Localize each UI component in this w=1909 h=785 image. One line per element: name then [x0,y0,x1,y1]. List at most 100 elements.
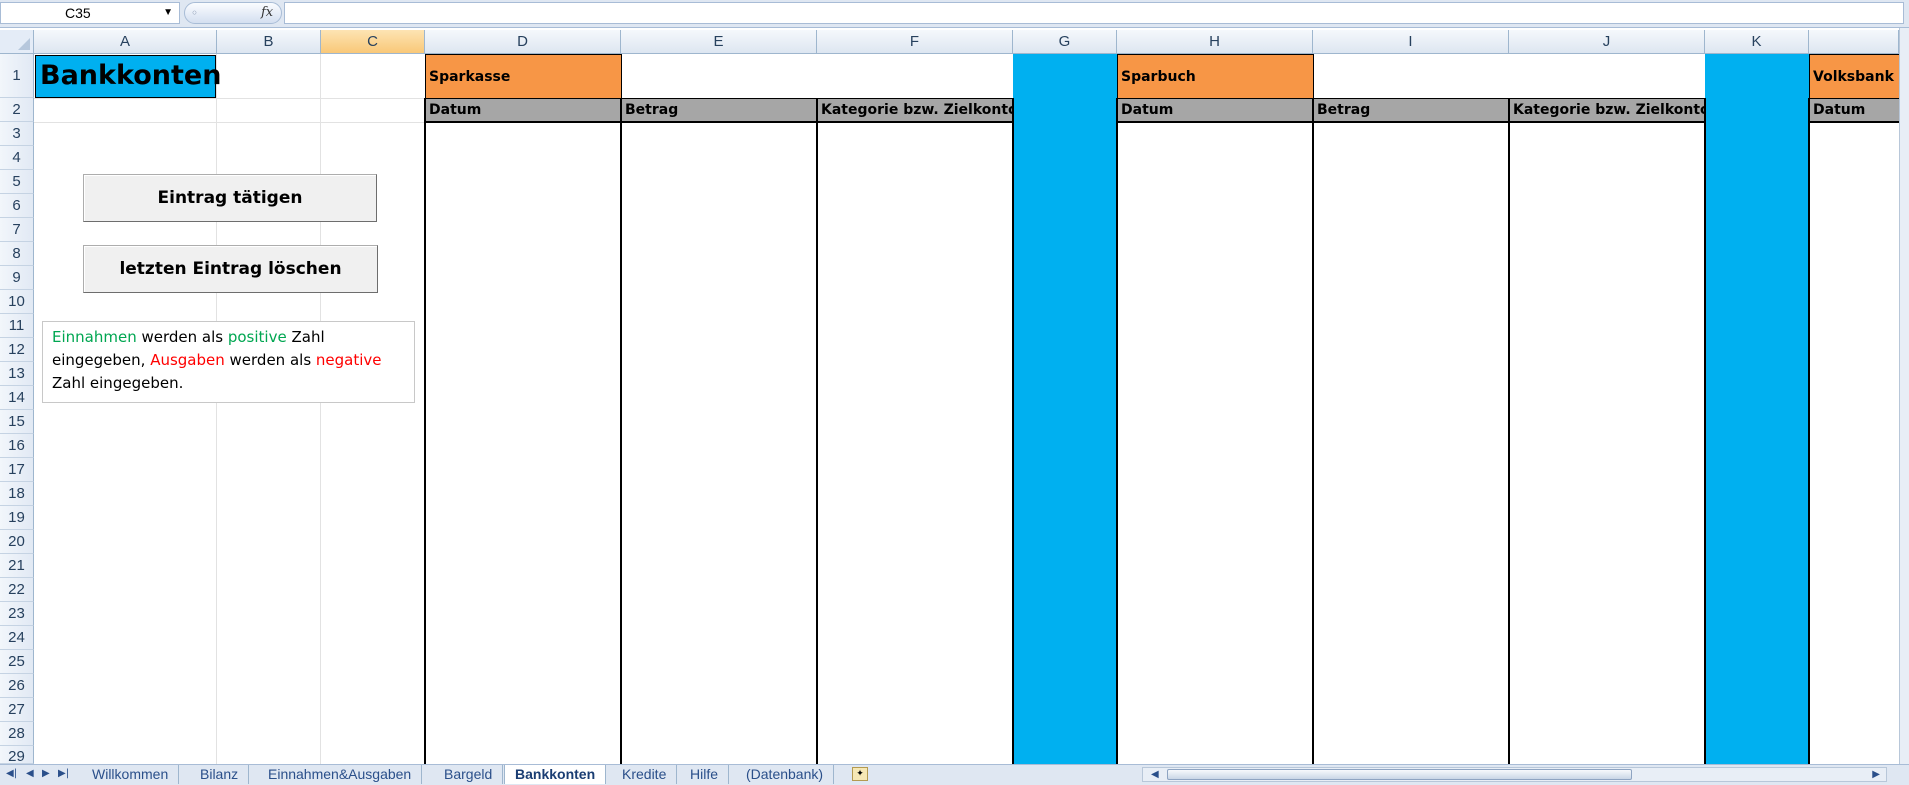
row-header-22[interactable]: 22 [0,578,34,602]
column-header-f[interactable]: F [817,30,1013,54]
row-header-27[interactable]: 27 [0,698,34,722]
row-header-12[interactable]: 12 [0,338,34,362]
row-header-26[interactable]: 26 [0,674,34,698]
scroll-thumb[interactable] [1167,769,1632,780]
column-header-a[interactable]: A [34,30,217,54]
row-header-25[interactable]: 25 [0,650,34,674]
previous-sheet-icon[interactable]: ◀ [26,768,34,779]
row-header-9[interactable]: 9 [0,266,34,290]
row-header-10[interactable]: 10 [0,290,34,314]
next-sheet-icon[interactable]: ▶ [42,768,50,779]
row-header-29[interactable]: 29 [0,746,34,764]
header-betrag[interactable]: Betrag [621,98,818,123]
sheet-tab-bar: ◀| ◀ ▶ ▶| Willkommen Bilanz Einnahmen&Au… [0,764,1909,785]
name-box-value: C35 [65,5,91,21]
column-header-c[interactable]: C [321,30,425,54]
column-header-g[interactable]: G [1013,30,1117,54]
row-header-11[interactable]: 11 [0,314,34,338]
header-datum[interactable]: Datum [1809,98,1907,123]
hint-einnahmen: Einnahmen [52,328,137,346]
tab-kredite[interactable]: Kredite [612,765,678,784]
scroll-left-icon[interactable]: ◀ [1151,768,1159,781]
column-header-i[interactable]: I [1313,30,1509,54]
header-betrag[interactable]: Betrag [1313,98,1510,123]
table-border [1704,98,1706,764]
cell-grid[interactable]: Sparkasse Sparbuch Volksbank Datum Betra… [34,54,1907,764]
row-header-17[interactable]: 17 [0,458,34,482]
column-header-h[interactable]: H [1117,30,1313,54]
hint-positive: positive [227,328,287,346]
table-border [620,98,622,764]
row-header-24[interactable]: 24 [0,626,34,650]
hint-negative: negative [315,351,382,369]
resize-handle-icon[interactable]: ◦ [191,3,198,23]
letzten-eintrag-loeschen-button[interactable]: letzten Eintrag löschen [83,245,378,293]
row-header-5[interactable]: 5 [0,170,34,194]
tab-einnahmen-ausgaben[interactable]: Einnahmen&Ausgaben [258,765,423,784]
row-header-23[interactable]: 23 [0,602,34,626]
column-header-j[interactable]: J [1509,30,1705,54]
table-border [424,98,426,764]
name-box[interactable]: C35 ▼ [0,2,180,24]
tab-datenbank[interactable]: (Datenbank) [736,765,835,784]
column-header-e[interactable]: E [621,30,817,54]
row-header-2[interactable]: 2 [0,98,34,122]
page-title: Bankkonten [35,55,221,98]
row-header-13[interactable]: 13 [0,362,34,386]
tab-bargeld[interactable]: Bargeld [434,765,504,784]
row-header-19[interactable]: 19 [0,506,34,530]
row-header-4[interactable]: 4 [0,146,34,170]
table-border [1012,98,1014,764]
row-header-8[interactable]: 8 [0,242,34,266]
row-header-18[interactable]: 18 [0,482,34,506]
chevron-down-icon[interactable]: ▼ [163,3,173,23]
account-header-sparbuch[interactable]: Sparbuch [1117,54,1314,99]
table-border [1312,98,1314,764]
formula-input[interactable] [284,2,1904,24]
column-header-d[interactable]: D [425,30,621,54]
tab-hilfe[interactable]: Hilfe [680,765,730,784]
select-all-corner[interactable] [0,30,34,54]
scroll-right-icon[interactable]: ▶ [1872,768,1880,781]
row-header-28[interactable]: 28 [0,722,34,746]
row-header-1[interactable]: 1 [0,54,34,98]
table-border [1808,121,1907,123]
hint-ausgaben: Ausgaben [150,351,225,369]
new-sheet-icon[interactable]: ✦ [852,767,868,781]
row-header-15[interactable]: 15 [0,410,34,434]
account-header-volksbank[interactable]: Volksbank [1809,54,1907,99]
table-border [1116,121,1706,123]
row-header-20[interactable]: 20 [0,530,34,554]
separator-column-k [1705,54,1809,764]
header-datum[interactable]: Datum [1117,98,1314,123]
column-header-l[interactable] [1809,30,1899,54]
header-kategorie[interactable]: Kategorie bzw. Zielkonto [1509,98,1706,123]
last-sheet-icon[interactable]: ▶| [58,768,69,779]
table-border [1808,98,1810,764]
first-sheet-icon[interactable]: ◀| [6,768,17,779]
table-border [424,121,1014,123]
table-border [1116,98,1118,764]
column-header-b[interactable]: B [217,30,321,54]
header-kategorie[interactable]: Kategorie bzw. Zielkonto [817,98,1014,123]
row-header-3[interactable]: 3 [0,122,34,146]
tab-willkommen[interactable]: Willkommen [82,765,180,784]
row-header-7[interactable]: 7 [0,218,34,242]
hint-text: Zahl eingegeben. [52,374,184,392]
tab-bankkonten[interactable]: Bankkonten [504,765,607,784]
tab-bilanz[interactable]: Bilanz [190,765,250,784]
hint-text: werden als [136,328,228,346]
header-datum[interactable]: Datum [425,98,622,123]
vertical-scrollbar[interactable] [1899,28,1909,764]
gridline [216,54,217,764]
horizontal-scrollbar[interactable]: ◀ ▶ [1142,767,1887,782]
row-header-21[interactable]: 21 [0,554,34,578]
row-header-14[interactable]: 14 [0,386,34,410]
insert-function-icon[interactable]: fx [261,3,273,23]
hint-text: werden als [224,351,316,369]
column-header-k[interactable]: K [1705,30,1809,54]
row-header-16[interactable]: 16 [0,434,34,458]
account-header-sparkasse[interactable]: Sparkasse [425,54,622,99]
row-header-6[interactable]: 6 [0,194,34,218]
eintrag-taetigen-button[interactable]: Eintrag tätigen [83,174,377,222]
